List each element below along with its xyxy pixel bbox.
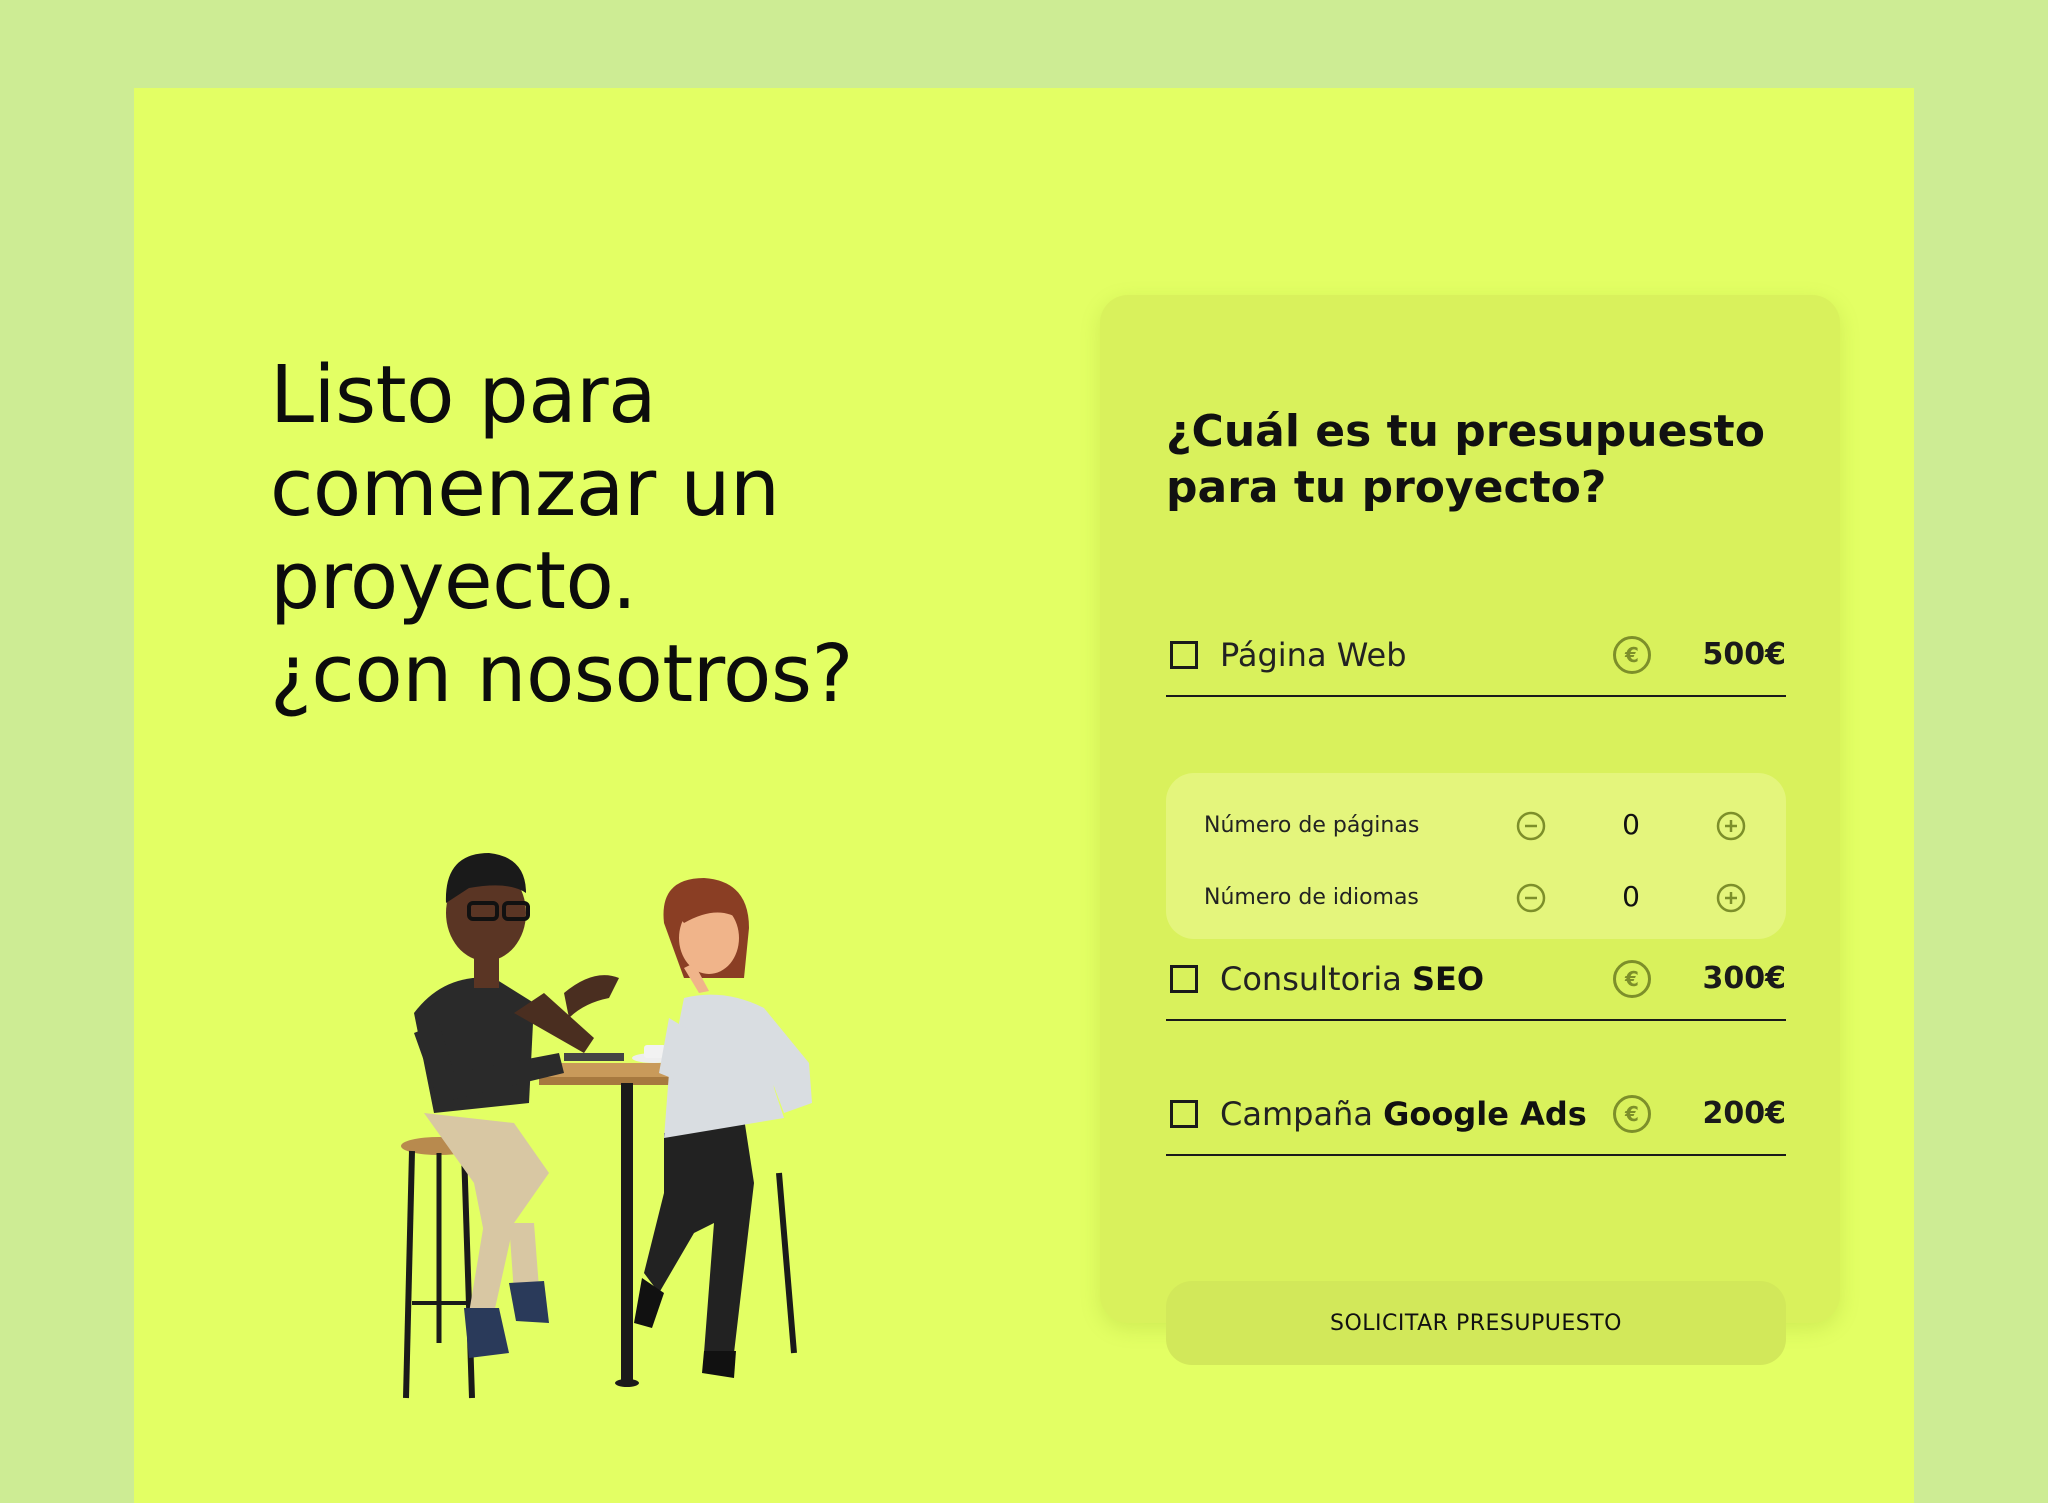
option-label: Página Web: [1220, 631, 1407, 679]
pages-label: Número de páginas: [1204, 813, 1420, 838]
option-label-bold: Google Ads: [1383, 1095, 1587, 1133]
euro-icon: €: [1613, 960, 1651, 998]
seo-checkbox[interactable]: [1170, 965, 1198, 993]
web-checkbox[interactable]: [1170, 641, 1198, 669]
hero-heading: Listo para comenzar un proyecto. ¿con no…: [270, 349, 910, 721]
languages-label: Número de idiomas: [1204, 885, 1419, 910]
budget-card: ¿Cuál es tu presupuesto para tu proyecto…: [1100, 295, 1840, 1365]
euro-icon: €: [1613, 1095, 1651, 1133]
option-price: 500€: [1702, 637, 1787, 672]
option-label: Consultoria SEO: [1220, 955, 1484, 1003]
languages-decrement-button[interactable]: [1516, 883, 1546, 913]
euro-icon: €: [1613, 636, 1651, 674]
pages-decrement-button[interactable]: [1516, 811, 1546, 841]
pages-value: 0: [1622, 808, 1640, 841]
google-ads-checkbox[interactable]: [1170, 1100, 1198, 1128]
languages-value: 0: [1622, 880, 1640, 913]
web-details-panel: Número de páginas 0 Número de idiomas 0: [1166, 773, 1786, 939]
option-price: 300€: [1702, 961, 1787, 996]
languages-row: Número de idiomas 0: [1204, 873, 1764, 923]
people-talking-illustration: [401, 853, 812, 1399]
hero-line: Listo para: [270, 348, 657, 441]
option-label-text: Consultoria: [1220, 960, 1412, 998]
option-label-text: Campaña: [1220, 1095, 1384, 1133]
pages-increment-button[interactable]: [1716, 811, 1746, 841]
hero-line: proyecto.: [270, 534, 637, 627]
option-label-text: Página Web: [1220, 636, 1407, 674]
card-title-line: para tu proyecto?: [1166, 461, 1607, 513]
card-title-line: ¿Cuál es tu presupuesto: [1166, 405, 1765, 457]
request-budget-button[interactable]: SOLICITAR PRESUPUESTO: [1166, 1281, 1786, 1365]
option-label-bold: SEO: [1412, 960, 1485, 998]
option-price: 200€: [1702, 1096, 1787, 1131]
option-row-seo[interactable]: Consultoria SEO € 300€: [1166, 937, 1786, 1021]
option-row-web[interactable]: Página Web € 500€: [1166, 613, 1786, 697]
hero-line: ¿con nosotros?: [270, 627, 853, 720]
pages-row: Número de páginas 0: [1204, 801, 1764, 851]
svg-text:€: €: [1624, 967, 1639, 991]
svg-text:€: €: [1624, 1102, 1639, 1126]
hero-line: comenzar un: [270, 441, 780, 534]
languages-increment-button[interactable]: [1716, 883, 1746, 913]
card-title: ¿Cuál es tu presupuesto para tu proyecto…: [1166, 404, 1786, 516]
option-row-google-ads[interactable]: Campaña Google Ads € 200€: [1166, 1072, 1786, 1156]
option-label: Campaña Google Ads: [1220, 1090, 1587, 1138]
svg-text:€: €: [1624, 643, 1639, 667]
main-section: Listo para comenzar un proyecto. ¿con no…: [134, 88, 1914, 1503]
